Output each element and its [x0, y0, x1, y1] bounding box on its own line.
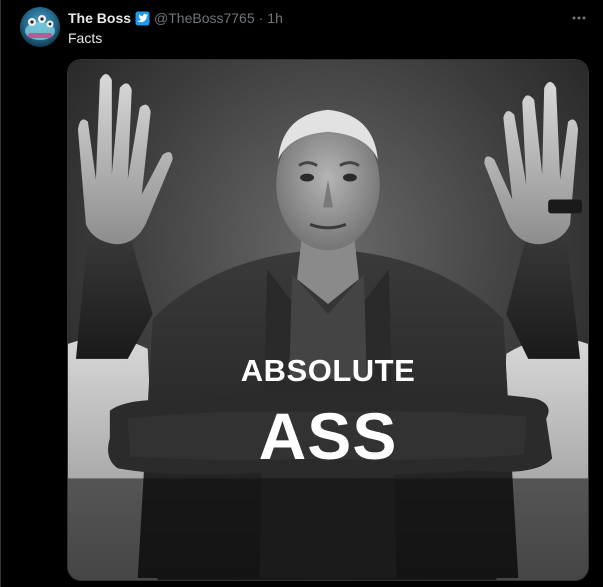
timestamp[interactable]: 1h	[267, 10, 283, 26]
meme-caption-line1: ABSOLUTE	[240, 353, 416, 388]
tweet[interactable]: The Boss @TheBoss7765 · 1h Facts ABSOLUT…	[0, 0, 603, 587]
tweet-header: The Boss @TheBoss7765 · 1h	[68, 9, 283, 27]
tweet-media[interactable]: ABSOLUTE ASS	[67, 59, 589, 581]
display-name[interactable]: The Boss	[68, 10, 131, 26]
verified-badge-icon	[135, 11, 150, 26]
separator-dot: ·	[258, 10, 264, 26]
more-dots-icon[interactable]	[569, 9, 589, 27]
avatar-image	[20, 7, 60, 47]
tweet-text: Facts	[68, 30, 103, 46]
meme-caption-line2: ASS	[258, 399, 398, 473]
meme-photo	[68, 60, 588, 580]
avatar[interactable]	[20, 7, 60, 47]
user-handle[interactable]: @TheBoss7765	[154, 10, 255, 26]
